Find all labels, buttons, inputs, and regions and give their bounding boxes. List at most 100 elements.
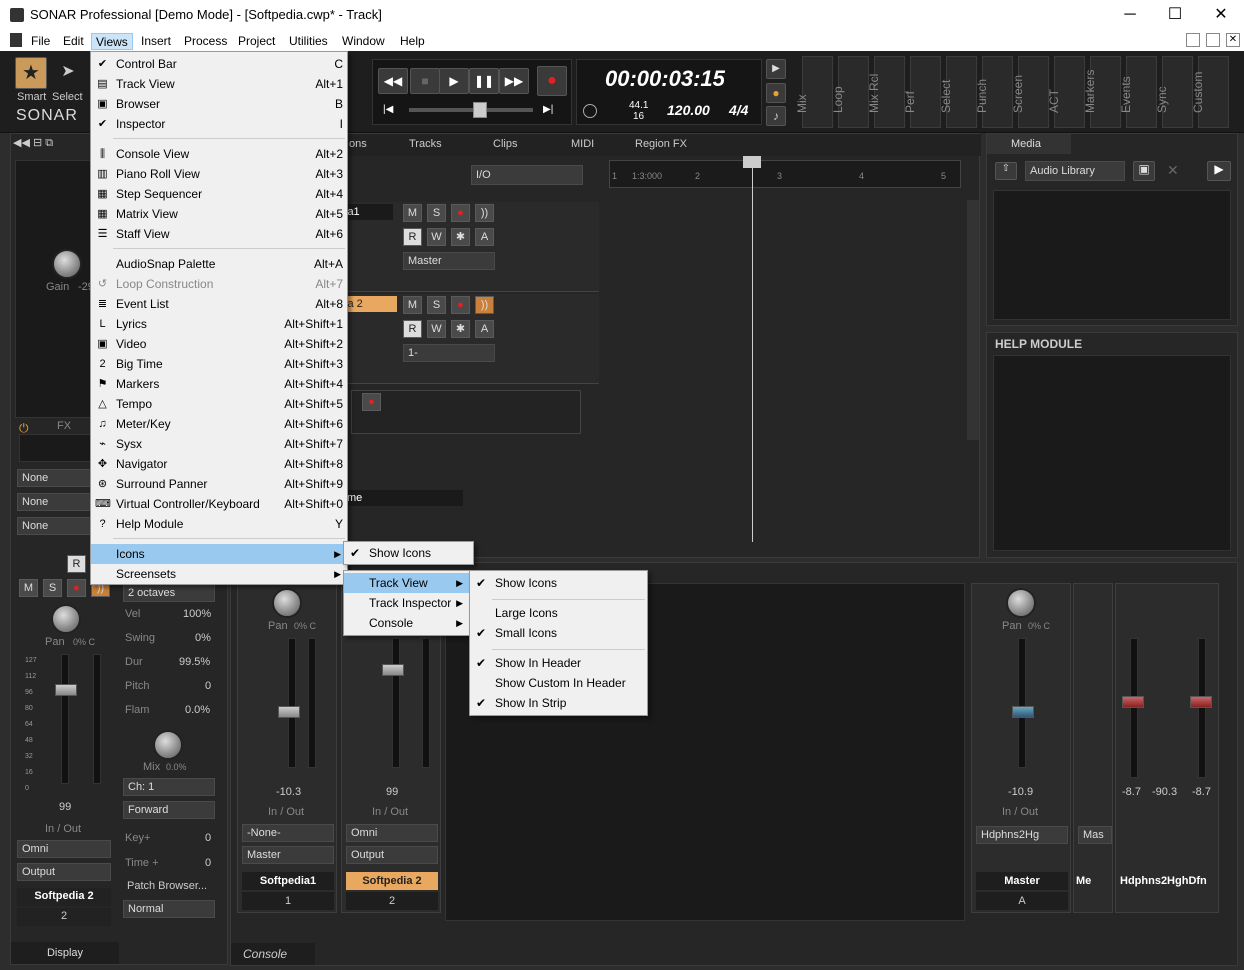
views-item-sysx[interactable]: ⌁ Sysx Alt+Shift+7 (91, 434, 347, 454)
now-marker-icon[interactable] (743, 156, 761, 168)
menu-file[interactable]: File (27, 33, 54, 50)
hp-fader-right-cap[interactable] (1190, 696, 1212, 708)
console-tab[interactable]: Console (231, 943, 315, 965)
views-item-console-view[interactable]: ⫼ Console View Alt+2 (91, 144, 347, 164)
meter-display[interactable]: 4/4 (729, 102, 748, 118)
menu-window[interactable]: Window (338, 33, 389, 50)
mix-knob[interactable] (153, 730, 183, 760)
select-tool-icon[interactable]: ➤ (52, 57, 84, 89)
media-library-select[interactable]: Audio Library (1025, 161, 1125, 181)
module-markers[interactable]: Markers (1083, 56, 1121, 128)
track-1-monitor[interactable]: )) (475, 204, 494, 222)
module-screen[interactable]: Screen (1011, 56, 1049, 128)
menu-utilities[interactable]: Utilities (285, 33, 332, 50)
views-item-matrix-view[interactable]: ▦ Matrix View Alt+5 (91, 204, 347, 224)
icons-track-inspector[interactable]: Track Inspector ▶ (344, 593, 469, 613)
mdi-restore-button[interactable] (1206, 33, 1220, 47)
icons-console[interactable]: Console ▶ (344, 613, 469, 633)
sync-icon[interactable] (583, 104, 597, 118)
inspector-header-icons[interactable]: ◀◀ ⊟ ⧉ (13, 136, 93, 154)
tv-menu-clips[interactable]: Clips (493, 138, 517, 150)
play-icon[interactable]: ▶ (439, 68, 469, 94)
display-tab[interactable]: Display (11, 942, 119, 964)
bus-1-name[interactable]: me (343, 490, 463, 506)
track-1-archive[interactable]: A (475, 228, 494, 246)
flam-value[interactable]: 0.0% (185, 704, 210, 716)
views-item-icons[interactable]: Icons ▶ (91, 544, 347, 564)
track-2-fx[interactable]: ✱ (451, 320, 470, 338)
views-item-video[interactable]: ▣ Video Alt+Shift+2 (91, 334, 347, 354)
now-time[interactable]: 00:00:03:15 (605, 66, 725, 92)
inspector-fader-cap[interactable] (55, 684, 77, 696)
menu-project[interactable]: Project (234, 33, 279, 50)
me-name[interactable]: Me (1076, 872, 1112, 890)
track-2-archive[interactable]: A (475, 320, 494, 338)
inspector-solo-button[interactable]: S (43, 579, 62, 597)
keyplus-value[interactable]: 0 (205, 832, 211, 844)
tv-menu-tracks[interactable]: Tracks (409, 138, 442, 150)
views-item-audiosnap-palette[interactable]: AudioSnap Palette Alt+A (91, 254, 347, 274)
views-item-meter-key[interactable]: ♫ Meter/Key Alt+Shift+6 (91, 414, 347, 434)
strip-1-fader-cap[interactable] (278, 706, 300, 718)
track-1-output[interactable]: Master (403, 252, 495, 270)
track-2-mute[interactable]: M (403, 296, 422, 314)
inspector-track-name[interactable]: Softpedia 2 (17, 888, 111, 906)
views-item-event-list[interactable]: ≣ Event List Alt+8 (91, 294, 347, 314)
strip-2-name[interactable]: Softpedia 2 (346, 872, 438, 890)
tv-small-icons[interactable]: ✔ Small Icons (470, 623, 647, 643)
inspector-output-select[interactable]: Output (17, 863, 111, 881)
track-2-read[interactable]: R (403, 320, 422, 338)
media-delete-icon[interactable]: ✕ (1167, 162, 1179, 179)
tempo-display[interactable]: 120.00 (667, 102, 710, 118)
dur-value[interactable]: 99.5% (179, 656, 210, 668)
record-mode-icon[interactable]: ● (766, 83, 786, 103)
stop-icon[interactable]: ■ (410, 68, 440, 94)
hp-fader-left-cap[interactable] (1122, 696, 1144, 708)
master-pan-knob[interactable] (1006, 588, 1036, 618)
module-select[interactable]: Select (939, 56, 977, 128)
track-1-arm[interactable]: ● (451, 204, 470, 222)
module-act[interactable]: ACT (1047, 56, 1085, 128)
master-fader-cap[interactable] (1012, 706, 1034, 718)
views-item-inspector[interactable]: ✔ Inspector I (91, 114, 347, 134)
play-small-icon[interactable]: ▶ (766, 59, 786, 79)
module-custom[interactable]: Custom (1191, 56, 1229, 128)
strip-1-output[interactable]: Master (242, 846, 334, 864)
views-item-lyrics[interactable]: L Lyrics Alt+Shift+1 (91, 314, 347, 334)
tv-show-icons[interactable]: ✔ Show Icons (470, 573, 647, 593)
tv-large-icons[interactable]: Large Icons (470, 603, 647, 623)
pitch-value[interactable]: 0 (205, 680, 211, 692)
patch-browser-button[interactable]: Patch Browser... (127, 880, 207, 892)
track-1-read[interactable]: R (403, 228, 422, 246)
views-item-help-module[interactable]: ? Help Module Y (91, 514, 347, 534)
tv-menu-options[interactable]: ons (349, 138, 367, 150)
go-start-icon[interactable]: |◀ (383, 104, 393, 115)
strip-1-pan-knob[interactable] (272, 588, 302, 618)
normal-select[interactable]: Normal (123, 900, 215, 918)
views-item-step-sequencer[interactable]: ▦ Step Sequencer Alt+4 (91, 184, 347, 204)
views-item-browser[interactable]: ▣ Browser B (91, 94, 347, 114)
media-list[interactable] (993, 190, 1231, 320)
tv-menu-midi[interactable]: MIDI (571, 138, 594, 150)
menu-edit[interactable]: Edit (59, 33, 88, 50)
tv-show-in-header[interactable]: ✔ Show In Header (470, 653, 647, 673)
maximize-button[interactable]: ☐ (1152, 0, 1198, 30)
strip-2-input[interactable]: Omni (346, 824, 438, 842)
gain-knob[interactable] (52, 249, 82, 279)
tv-show-custom-in-header[interactable]: Show Custom In Header (470, 673, 647, 693)
track-1-mute[interactable]: M (403, 204, 422, 222)
octaves-select[interactable]: 2 octaves (123, 584, 215, 602)
module-loop[interactable]: Loop (831, 56, 869, 128)
track-1-name[interactable]: ia1 (343, 204, 393, 220)
track-2-name[interactable]: ia 2 (343, 296, 397, 312)
media-tab[interactable]: Media (987, 134, 1071, 154)
now-slider-thumb[interactable] (473, 102, 487, 118)
inspector-pan-knob[interactable] (51, 604, 81, 634)
track-1-fx[interactable]: ✱ (451, 228, 470, 246)
views-item-surround-panner[interactable]: ⊛ Surround Panner Alt+Shift+9 (91, 474, 347, 494)
views-item-markers[interactable]: ⚑ Markers Alt+Shift+4 (91, 374, 347, 394)
track-2-output[interactable]: 1- (403, 344, 495, 362)
swing-value[interactable]: 0% (195, 632, 211, 644)
views-item-screensets[interactable]: Screensets ▶ (91, 564, 347, 584)
close-button[interactable]: ✕ (1198, 0, 1244, 30)
